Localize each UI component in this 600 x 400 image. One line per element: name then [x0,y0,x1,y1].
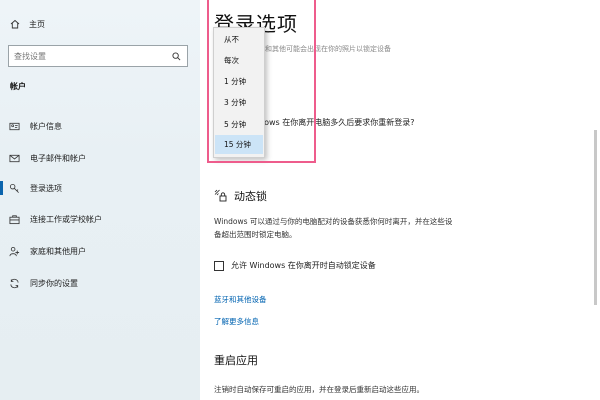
dropdown-option-never[interactable]: 从不 [215,30,263,49]
description-line: 备超出范围时锁定电脑。 [214,230,297,239]
dynamic-lock-checkbox-label: 允许 Windows 在你离开时自动锁定设备 [231,261,376,270]
bluetooth-devices-link[interactable]: 蓝牙和其他设备 [214,294,267,305]
home-nav[interactable]: 主页 [10,17,45,31]
dropdown-option-3-minutes[interactable]: 3 分钟 [215,93,263,112]
dynamic-lock-heading: 动态锁 [214,188,267,204]
home-label: 主页 [29,19,45,29]
sidebar-item-work-school[interactable]: 连接工作或学校帐户 [0,208,200,230]
restart-apps-title: 重启应用 [214,354,258,367]
sidebar-item-label: 家庭和其他用户 [30,246,86,256]
faded-subtitle: 和其他可能会出现在你的照片以锁定设备 [265,45,391,53]
learn-more-link[interactable]: 了解更多信息 [214,316,259,327]
sidebar-item-label: 电子邮件和帐户 [30,153,86,163]
home-icon [10,19,20,29]
sidebar-item-label: 同步你的设置 [30,278,78,288]
sidebar-item-label: 登录选项 [30,183,62,193]
restart-apps-description: 注销时自动保存可重启的应用，并在登录后重新启动这些应用。 [214,385,424,394]
sidebar-item-sync[interactable]: 同步你的设置 [0,272,200,294]
dropdown-option-every-time[interactable]: 每次 [215,51,263,70]
dropdown-option-5-minutes[interactable]: 5 分钟 [215,115,263,134]
sidebar-item-email-accounts[interactable]: 电子邮件和帐户 [0,147,200,169]
dynamic-lock-checkbox[interactable] [214,260,224,271]
sign-in-timeout-dropdown[interactable]: 从不 每次 1 分钟 3 分钟 5 分钟 15 分钟 [213,27,265,158]
dynamic-lock-icon [214,189,227,202]
person-card-icon [8,120,20,132]
search-icon[interactable] [172,51,181,61]
dropdown-option-15-minutes[interactable]: 15 分钟 [215,135,263,154]
require-sign-in-question: dows 在你离开电脑多久后要求你重新登录? [259,118,415,127]
dynamic-lock-description: Windows 可以通过与你的电脑配对的设备获悉你何时离开，并在这些设 备超出范… [214,215,504,241]
sidebar-item-family[interactable]: 家庭和其他用户 [0,240,200,262]
dropdown-option-1-minute[interactable]: 1 分钟 [215,72,263,91]
mail-icon [8,152,20,164]
dynamic-lock-checkbox-row[interactable]: 允许 Windows 在你离开时自动锁定设备 [214,260,376,271]
people-icon [8,245,20,257]
sidebar-item-label: 帐户信息 [30,121,62,131]
dynamic-lock-title: 动态锁 [234,190,267,203]
description-line: Windows 可以通过与你的电脑配对的设备获悉你何时离开，并在这些设 [214,217,453,226]
sidebar-item-sign-in-options[interactable]: 登录选项 [0,177,200,199]
sidebar-item-account-info[interactable]: 帐户信息 [0,115,200,137]
sync-icon [8,277,20,289]
search-input[interactable] [9,47,172,65]
section-title-accounts: 帐户 [10,82,26,91]
sidebar: 主页 帐户 帐户信息 电子邮件和帐户 登录选项 连接工作或学校帐户 家庭和其他用… [0,0,200,400]
scrollbar[interactable] [594,130,597,305]
settings-search-box[interactable] [8,45,188,67]
sidebar-item-label: 连接工作或学校帐户 [30,214,102,224]
key-icon [8,182,20,194]
briefcase-icon [8,213,20,225]
